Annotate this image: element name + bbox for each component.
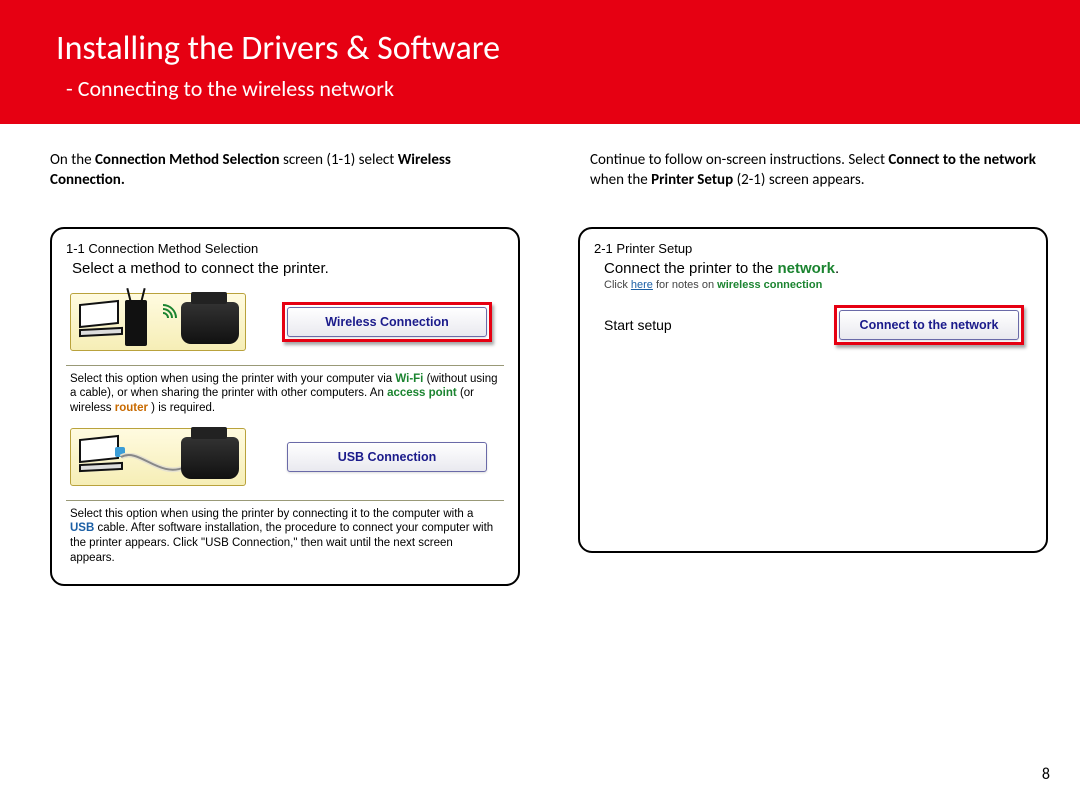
text-bold: Printer Setup: [651, 171, 733, 189]
text-highlight: Wi-Fi: [395, 373, 423, 385]
dialog-printer-setup: 2-1 Printer Setup Connect the printer to…: [578, 227, 1048, 553]
option-usb-row: USB Connection: [66, 422, 504, 494]
usb-connection-button[interactable]: USB Connection: [287, 442, 487, 472]
text: ) is required.: [151, 402, 215, 414]
text: Continue to follow on-screen instruction…: [590, 151, 888, 169]
separator: [66, 500, 504, 501]
text: Connect the printer to the: [604, 260, 777, 277]
here-link[interactable]: here: [631, 279, 653, 291]
illustration-wireless: [70, 293, 246, 351]
printer-icon: [181, 302, 239, 344]
wifi-icon: [149, 298, 183, 332]
option-wireless-row: Wireless Connection: [66, 287, 504, 359]
text-bold: Connection Method Selection: [95, 151, 280, 169]
dialog-caption: 1-1 Connection Method Selection: [66, 241, 504, 256]
option-usb-description: Select this option when using the printe…: [66, 505, 504, 566]
connect-to-network-button[interactable]: Connect to the network: [839, 310, 1019, 340]
text: cable. After software installation, the …: [70, 522, 493, 563]
text-highlight: access point: [387, 387, 457, 399]
text-highlight: wireless connection: [717, 279, 822, 291]
option-wireless-description: Select this option when using the printe…: [66, 370, 504, 416]
start-setup-row: Start setup Connect to the network: [594, 305, 1032, 345]
header-bar: Installing the Drivers & Software - Conn…: [0, 0, 1080, 124]
panels-row: 1-1 Connection Method Selection Select a…: [0, 227, 1080, 586]
usb-cable-icon: [119, 453, 189, 483]
instruction-row: On the Connection Method Selection scree…: [0, 124, 1080, 191]
dialog-connection-method: 1-1 Connection Method Selection Select a…: [50, 227, 520, 586]
illustration-usb: [70, 428, 246, 486]
text: Select this option when using the printe…: [70, 508, 473, 520]
router-icon: [125, 300, 147, 346]
text-highlight: USB: [70, 522, 94, 534]
start-setup-label: Start setup: [604, 317, 672, 333]
text: On the: [50, 151, 95, 169]
text: (2-1) screen appears.: [737, 171, 865, 189]
dialog-heading: Select a method to connect the printer.: [72, 260, 504, 277]
text: when the: [590, 171, 651, 189]
instruction-right: Continue to follow on-screen instruction…: [590, 150, 1040, 191]
dialog-heading: Connect the printer to the network.: [604, 260, 1032, 277]
page-number: 8: [1042, 765, 1050, 784]
laptop-icon: [79, 302, 127, 342]
highlight-ring: Wireless Connection: [282, 302, 492, 342]
text: Select this option when using the printe…: [70, 373, 395, 385]
text-bold: Connect to the network: [888, 151, 1036, 169]
printer-icon: [181, 437, 239, 479]
highlight-ring: Connect to the network: [834, 305, 1024, 345]
instruction-left: On the Connection Method Selection scree…: [50, 150, 500, 191]
text: Click: [604, 279, 631, 291]
text: screen (1-1) select: [283, 151, 398, 169]
wireless-connection-button[interactable]: Wireless Connection: [287, 307, 487, 337]
text-highlight: router: [115, 402, 148, 414]
text-highlight: network: [777, 260, 835, 277]
text: for notes on: [653, 279, 717, 291]
dialog-caption: 2-1 Printer Setup: [594, 241, 1032, 256]
page-title: Installing the Drivers & Software: [56, 28, 1080, 69]
dialog-note: Click here for notes on wireless connect…: [604, 279, 1032, 291]
page-subtitle: - Connecting to the wireless network: [56, 75, 1080, 102]
separator: [66, 365, 504, 366]
